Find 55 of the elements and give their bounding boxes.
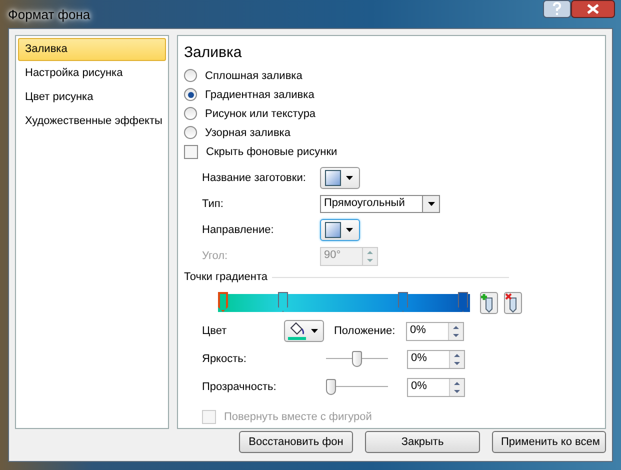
dialog-button[interactable]: Закрыть — [365, 431, 480, 453]
radio-button[interactable] — [184, 69, 197, 82]
spin-arrows-icon[interactable] — [449, 350, 464, 368]
group-label: Точки градиента — [184, 271, 268, 283]
field-label: Направление: — [202, 224, 275, 236]
radio-label: Градиентная заливка — [205, 88, 314, 100]
field-label: Положение: — [334, 325, 396, 337]
direction-dropdown[interactable] — [320, 219, 360, 241]
window-title: Формат фона — [8, 6, 90, 22]
dialog-button[interactable]: Восстановить фон — [239, 431, 353, 453]
checkbox[interactable] — [184, 144, 198, 158]
close-icon[interactable] — [571, 0, 615, 18]
preset-dropdown[interactable] — [320, 167, 360, 189]
section-heading: Заливка — [184, 44, 243, 61]
sidebar-item[interactable]: Художественные эффекты — [18, 110, 166, 133]
position-spinbox[interactable]: 0% — [406, 322, 464, 340]
color-picker-button[interactable] — [284, 320, 324, 342]
radio-button[interactable] — [184, 88, 197, 101]
caret-icon — [346, 228, 353, 232]
slider-thumb[interactable] — [352, 351, 362, 367]
caret-icon — [311, 329, 318, 333]
field-label: Название заготовки: — [202, 172, 307, 184]
radio-label: Рисунок или текстура — [205, 108, 316, 120]
caret-icon — [428, 202, 434, 206]
spin-arrows-icon[interactable] — [449, 378, 464, 396]
brightness-spinbox[interactable]: 0% — [407, 350, 465, 368]
transparency-spinbox[interactable]: 0% — [407, 378, 465, 396]
radio-label: Сплошная заливка — [205, 70, 302, 82]
spin-arrows-icon[interactable] — [448, 322, 463, 340]
remove-stop-icon[interactable] — [504, 292, 522, 314]
field-label: Угол: — [202, 250, 229, 262]
radio-label: Узорная заливка — [205, 126, 290, 138]
slider-thumb[interactable] — [326, 379, 336, 395]
field-label: Цвет — [202, 325, 228, 337]
type-dropdown[interactable]: Прямоугольный — [320, 195, 440, 213]
help-icon[interactable] — [543, 0, 571, 18]
gradient-bar[interactable] — [218, 294, 470, 312]
paint-bucket-icon — [288, 322, 306, 340]
radio-button[interactable] — [184, 107, 197, 120]
field-label: Прозрачность: — [202, 381, 278, 393]
dialog-button[interactable]: Применить ко всем — [492, 431, 606, 453]
field-label: Тип: — [202, 198, 224, 210]
gradient-stop-handle[interactable] — [398, 292, 408, 312]
sidebar-item[interactable]: Цвет рисунка — [18, 86, 166, 109]
add-stop-icon[interactable] — [480, 292, 498, 314]
caret-icon — [346, 176, 353, 180]
radio-button[interactable] — [184, 126, 197, 139]
field-label: Яркость: — [202, 353, 248, 365]
sidebar-item[interactable]: Заливка — [18, 38, 166, 61]
sidebar-item[interactable]: Настройка рисунка — [18, 62, 166, 85]
gradient-stop-handle[interactable] — [458, 292, 468, 312]
gradient-stop-handle[interactable] — [218, 292, 228, 312]
checkbox-label: Повернуть вместе с фигурой — [224, 410, 372, 422]
checkbox-label: Скрыть фоновые рисунки — [206, 146, 338, 158]
gradient-stop-handle[interactable] — [278, 292, 288, 312]
